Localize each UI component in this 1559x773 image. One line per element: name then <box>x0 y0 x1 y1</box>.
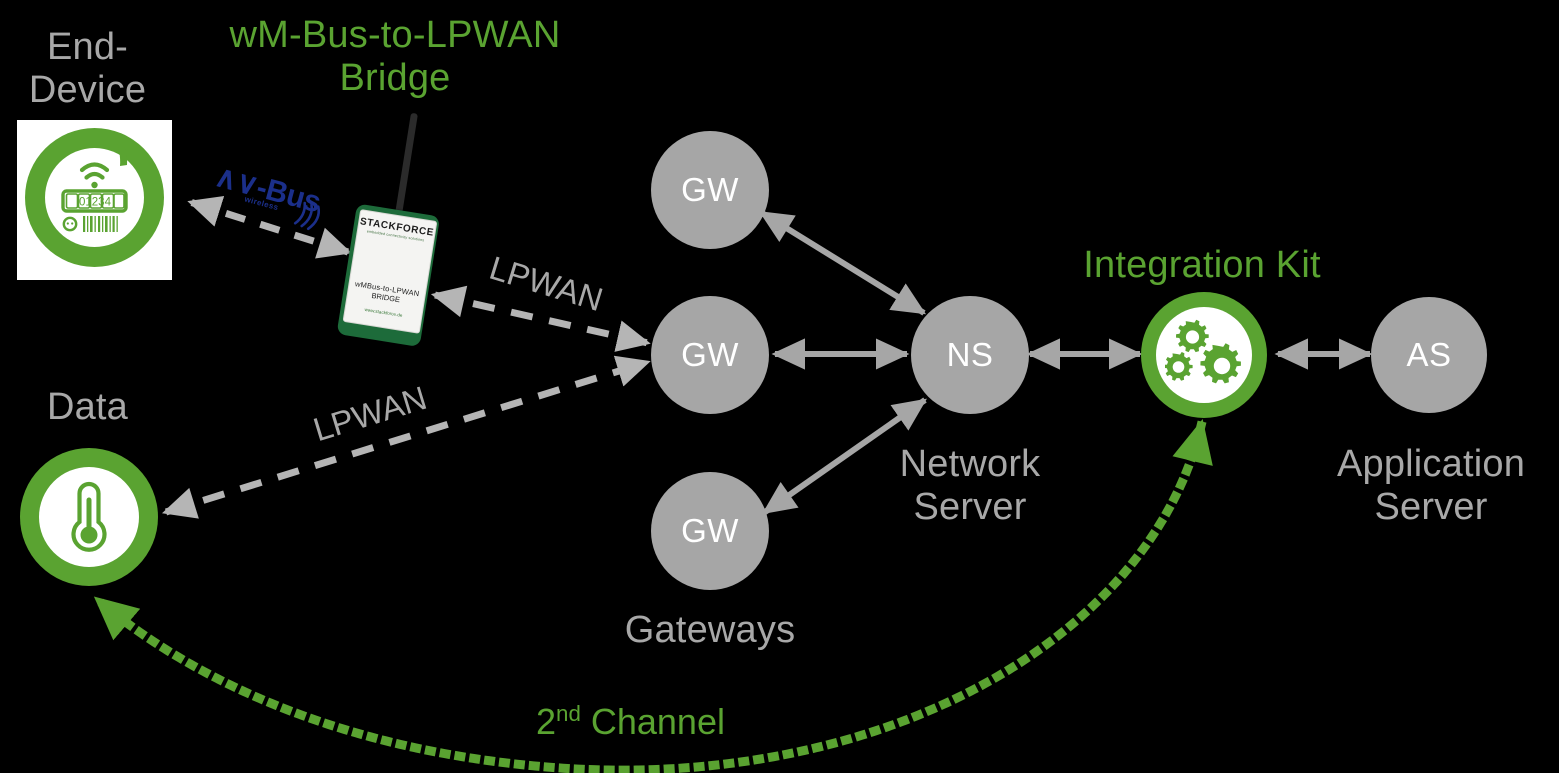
gears-icon <box>1165 319 1241 384</box>
thermometer-glyph <box>71 481 107 552</box>
gateway-top[interactable]: GW <box>651 131 769 249</box>
meter-glyph: 01234 <box>61 137 128 232</box>
diagram-canvas: End- Device 01234 wM-Bus-to-LPWAN Bridge… <box>0 0 1559 773</box>
bridge-device: STACKFORCE embedded connectivity solutio… <box>335 106 460 347</box>
gateway-bottom[interactable]: GW <box>651 472 769 590</box>
second-channel-label: 2nd Channel <box>536 701 725 743</box>
gateway-middle[interactable]: GW <box>651 296 769 414</box>
bridge-antenna <box>395 112 418 215</box>
application-server-node[interactable]: AS <box>1371 297 1487 413</box>
bridge-body: STACKFORCE embedded connectivity solutio… <box>336 203 441 347</box>
end-device-label: End- Device <box>28 26 147 112</box>
bridge-face-plate: STACKFORCE embedded connectivity solutio… <box>342 209 438 334</box>
lpwan-label-bridge: LPWAN <box>485 248 608 319</box>
integration-kit-inner <box>1156 307 1252 403</box>
integration-kit-icon[interactable] <box>1141 292 1267 418</box>
gateways-label: Gateways <box>624 609 796 651</box>
data-label: Data <box>46 386 129 428</box>
lpwan-label-data: LPWAN <box>308 378 431 449</box>
data-thermometer-icon <box>20 448 158 586</box>
second-channel-sup: nd <box>556 701 581 726</box>
second-channel-prefix: 2 <box>536 701 557 742</box>
end-device-card: 01234 <box>17 120 172 280</box>
network-server-label: Network Server <box>899 443 1041 529</box>
second-channel-suffix: Channel <box>580 701 725 742</box>
smart-meter-icon: 01234 <box>25 128 164 267</box>
connections-layer <box>91 195 1373 773</box>
bridge-title-label: wM-Bus-to-LPWAN Bridge <box>229 14 561 100</box>
network-server-node[interactable]: NS <box>911 296 1029 414</box>
bridge-url: www.stackforce.de <box>364 306 403 318</box>
integration-kit-label: Integration Kit <box>1083 244 1321 286</box>
barcode-icon <box>83 216 118 232</box>
data-icon-inner <box>39 467 139 567</box>
mbus-wireless-arcs <box>293 201 321 231</box>
meter-digits: 01234 <box>79 197 112 209</box>
connector-gwtop-ns <box>758 210 927 316</box>
mbus-logo: ∧∨-Bus wireless <box>211 159 324 231</box>
application-server-label: Application Server <box>1336 443 1526 529</box>
